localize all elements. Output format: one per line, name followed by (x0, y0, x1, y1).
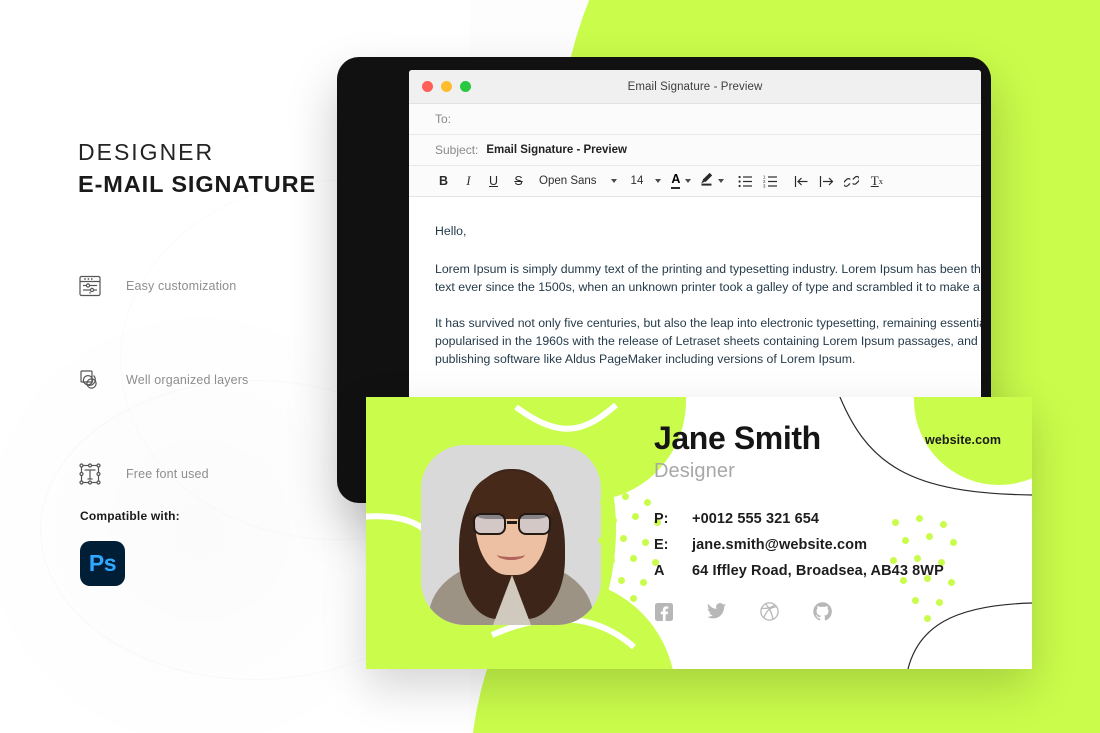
formatting-toolbar: B I U S Open Sans 14 A 1 2 3 T x (409, 166, 981, 197)
font-size-select[interactable]: 14 (621, 170, 666, 192)
chevron-down-icon (655, 179, 662, 183)
mail-paragraph-1: Lorem Ipsum is simply dummy text of the … (435, 261, 981, 294)
subject-label: Subject: (435, 143, 479, 157)
photoshop-icon: Ps (80, 541, 125, 586)
highlighter-icon (700, 172, 713, 191)
signature-role: Designer (654, 459, 735, 482)
recipient-field-row[interactable]: To: (409, 104, 981, 135)
contact-key: P: (654, 511, 669, 527)
chevron-down-icon (685, 179, 692, 183)
portrait-glasses (471, 513, 553, 535)
github-icon[interactable] (813, 602, 832, 621)
page-title-line1: DESIGNER (78, 139, 215, 165)
avatar-portrait (421, 445, 601, 625)
contact-value-address: 64 Iffley Road, Broadsea, AB43 8WP (692, 563, 944, 579)
outdent-button[interactable] (789, 169, 814, 193)
compatible-with-block: Compatible with: Ps (80, 509, 180, 586)
customization-icon (76, 272, 104, 300)
poster-stage: DESIGNER E-MAIL SIGNATURE Easy customiza… (0, 0, 1100, 733)
glasses-lens-right (518, 513, 551, 535)
indent-button[interactable] (814, 169, 839, 193)
font-family-select[interactable]: Open Sans (531, 170, 621, 192)
contact-row-address: A 64 Iffley Road, Broadsea, AB43 8WP (654, 563, 944, 579)
mail-greeting: Hello, (435, 224, 467, 238)
page-title-line2: E-MAIL SIGNATURE (78, 170, 317, 197)
glasses-bridge (507, 521, 517, 524)
chevron-down-icon (610, 179, 617, 183)
highlight-color-button[interactable] (694, 172, 727, 191)
feature-item-easy-customization: Easy customization (76, 262, 248, 309)
contact-value-email[interactable]: jane.smith@website.com (692, 537, 867, 553)
svg-text:3: 3 (763, 183, 766, 187)
compatible-with-label: Compatible with: (80, 509, 180, 523)
feature-label: Easy customization (126, 278, 237, 293)
window-title: Email Signature - Preview (627, 80, 763, 93)
glasses-lens-left (473, 513, 506, 535)
font-size-value: 14 (630, 175, 644, 187)
text-color-icon: A (671, 172, 681, 189)
avatar (421, 445, 601, 625)
bold-button[interactable]: B (431, 169, 456, 193)
twitter-icon[interactable] (707, 602, 726, 621)
contact-key: A (654, 563, 665, 579)
bulleted-list-button[interactable] (733, 169, 758, 193)
feature-list: Easy customization Well organized layers (76, 262, 248, 544)
subject-field-row[interactable]: Subject: Email Signature - Preview (409, 135, 981, 166)
layers-icon (76, 366, 104, 394)
clear-formatting-button[interactable]: Tx (864, 169, 889, 193)
signature-website[interactable]: website.com (925, 433, 1001, 447)
italic-button[interactable]: I (456, 169, 481, 193)
window-titlebar: Email Signature - Preview (409, 70, 981, 104)
headline-block: DESIGNER E-MAIL SIGNATURE (78, 138, 368, 199)
to-label: To: (435, 112, 452, 126)
feature-label: Free font used (126, 466, 209, 481)
contact-row-phone: P: +0012 555 321 654 (654, 511, 944, 527)
social-links (654, 602, 832, 621)
portrait-smile (497, 549, 525, 560)
text-color-button[interactable]: A (665, 172, 694, 189)
contact-value-phone[interactable]: +0012 555 321 654 (692, 511, 819, 527)
facebook-icon[interactable] (654, 602, 673, 621)
chevron-down-icon (718, 179, 725, 183)
signature-identity: Jane Smith Designer (654, 421, 1024, 483)
contact-row-email: E: jane.smith@website.com (654, 537, 944, 553)
signature-contact-list: P: +0012 555 321 654 E: jane.smith@websi… (654, 511, 944, 589)
underline-button[interactable]: U (481, 169, 506, 193)
feature-item-well-organized-layers: Well organized layers (76, 356, 248, 403)
font-node-icon (76, 460, 104, 488)
mail-paragraph-2: It has survived not only five centuries,… (435, 316, 981, 367)
font-family-value: Open Sans (539, 175, 597, 187)
numbered-list-button[interactable]: 1 2 3 (758, 169, 783, 193)
feature-item-free-font-used: Free font used (76, 450, 248, 497)
contact-key: E: (654, 537, 669, 553)
subject-input[interactable]: Email Signature - Preview (486, 144, 627, 156)
feature-label: Well organized layers (126, 372, 249, 387)
strikethrough-button[interactable]: S (506, 169, 531, 193)
link-button[interactable] (839, 169, 864, 193)
dribbble-icon[interactable] (760, 602, 779, 621)
